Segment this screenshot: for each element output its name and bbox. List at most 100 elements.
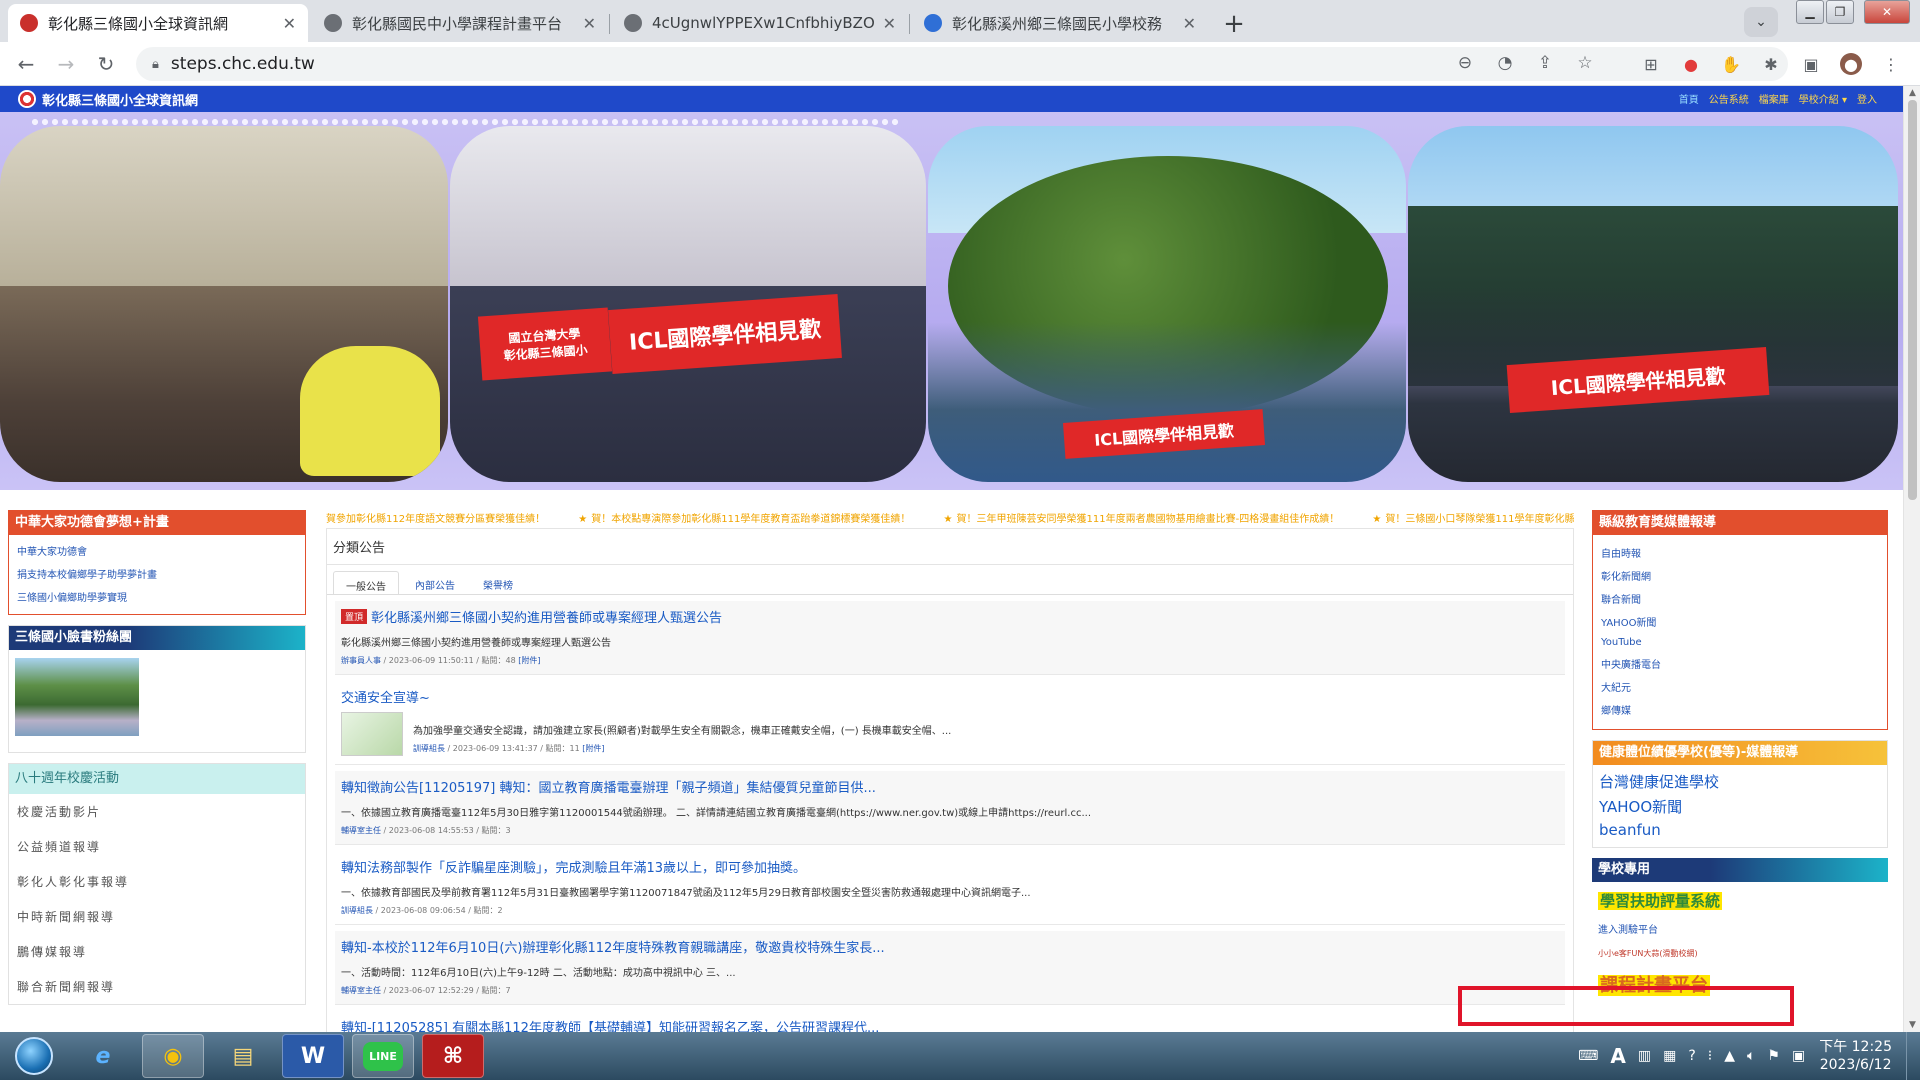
url-text[interactable]: steps.chc.edu.tw [171, 54, 315, 74]
post-unit[interactable]: 訓導組長 [413, 744, 445, 753]
ticker-item[interactable]: 賀！本校點專演際參加彰化縣111學年度教育盃跆拳道錦標賽榮獲佳績！ [591, 514, 910, 525]
post-title-link[interactable]: 置頂 彰化縣溪州鄉三條國小契約進用營養師或專案經理人甄選公告 [341, 607, 1559, 626]
link-item[interactable]: 聯合新聞 [1593, 587, 1887, 610]
input-panel-icon[interactable]: ▥ [1638, 1048, 1651, 1064]
profile-avatar[interactable]: ● [1840, 53, 1862, 75]
tab-search-chevron-icon[interactable]: ⌄ [1744, 7, 1778, 37]
attachment-link[interactable]: [附件] [518, 656, 540, 665]
post-title[interactable]: 彰化縣溪州鄉三條國小契約進用營養師或專案經理人甄選公告 [371, 611, 722, 626]
school-logo[interactable] [18, 90, 36, 108]
volume-icon[interactable]: 🔈︎ [1747, 1048, 1755, 1064]
news-ticker[interactable]: 賀參加彰化縣112年度語文競賽分區賽榮獲佳績！ ★ 賀！本校點專演際參加彰化縣11… [326, 506, 1574, 528]
tab-document[interactable]: 4cUgnwlYPPEXw1CnfbhiyBZO ✕ [612, 4, 908, 42]
menu-announcements[interactable]: 公告系統 [1709, 91, 1749, 106]
language-bar-icon[interactable]: ⌨ [1578, 1048, 1598, 1064]
tab-curriculum-platform[interactable]: 彰化縣國民中小學課程計畫平台 ✕ [312, 4, 608, 42]
link-item[interactable]: 彰化新聞網 [1593, 564, 1887, 587]
extensions-puzzle-icon[interactable]: ✱ [1760, 53, 1782, 75]
extension-apple-icon[interactable]: ● [1680, 53, 1702, 75]
link-item[interactable]: YouTube [1593, 633, 1887, 652]
tray-expand-chevron-icon[interactable]: ▲ [1724, 1048, 1735, 1064]
link-item[interactable]: 公益頻道報導 [9, 829, 305, 864]
post-unit[interactable]: 輔導室主任 [341, 826, 381, 835]
address-bar[interactable]: 🔒︎ steps.chc.edu.tw ⊖ ◔ ⇪ ☆ [136, 47, 1788, 81]
new-tab-button[interactable]: + [1218, 8, 1250, 40]
tab-school-admin[interactable]: 彰化縣溪州鄉三條國民小學校務 ✕ [912, 4, 1208, 42]
link-item[interactable]: 捐支持本校偏鄉學子助學夢計畫 [9, 562, 305, 585]
post-unit[interactable]: 輔導室主任 [341, 986, 381, 995]
ime-mode-indicator[interactable]: A [1610, 1044, 1625, 1068]
tab-internal[interactable]: 內部公告 [403, 571, 467, 594]
help-icon[interactable]: ? [1688, 1048, 1695, 1064]
menu-files[interactable]: 檔案庫 [1759, 91, 1789, 106]
word-icon[interactable]: W [282, 1034, 344, 1078]
post-title[interactable]: 轉知-本校於112年6月10日(六)辦理彰化縣112年度特殊教育親職講座，敬邀貴… [341, 937, 1559, 956]
minimize-button[interactable]: ▁ [1796, 0, 1824, 24]
close-tab-icon[interactable]: ✕ [283, 14, 296, 33]
tab-general[interactable]: 一般公告 [333, 571, 399, 594]
close-tab-icon[interactable]: ✕ [1183, 14, 1196, 33]
network-icon[interactable]: ▣ [1792, 1048, 1805, 1064]
extension-hand-icon[interactable]: ✋ [1720, 53, 1742, 75]
internet-explorer-icon[interactable]: e [72, 1034, 134, 1078]
share-icon[interactable]: ⇪ [1534, 53, 1556, 73]
line-icon[interactable]: LINE [352, 1034, 414, 1078]
link-item[interactable]: 彰化人彰化事報導 [9, 864, 305, 899]
post-title[interactable]: 轉知-[11205285] 有關本縣112年度教師【基礎輔導】知能研習報名乙案，… [341, 1017, 1559, 1032]
menu-login[interactable]: 登入 [1857, 91, 1877, 106]
performance-icon[interactable]: ◔ [1494, 53, 1516, 73]
attachment-link[interactable]: [附件] [582, 744, 604, 753]
post-title[interactable]: 轉知徵詢公告[11205197] 轉知：國立教育廣播電臺辦理「親子頻道」集結優質… [341, 777, 1559, 796]
forward-arrow-icon[interactable]: → [52, 50, 80, 78]
back-arrow-icon[interactable]: ← [12, 50, 40, 78]
scroll-down-arrow-icon[interactable]: ▼ [1904, 1020, 1920, 1030]
show-desktop-button[interactable] [1906, 1032, 1920, 1080]
extension-grid-icon[interactable]: ⊞ [1640, 53, 1662, 75]
link-item[interactable]: YAHOO新聞 [1593, 610, 1887, 633]
close-tab-icon[interactable]: ✕ [583, 14, 596, 33]
ticker-item[interactable]: 賀！三年甲班陳芸安同學榮獲111年度兩者農國物基用繪畫比賽-四格漫畫組佳作成績！ [957, 514, 1340, 525]
keyboard-icon[interactable]: ▦ [1663, 1048, 1676, 1064]
learning-assessment-link[interactable]: 學習扶助評量系統 [1598, 890, 1882, 911]
fun-link[interactable]: 小小e客FUN大蒜(滑動校網) [1598, 942, 1882, 965]
ticker-item[interactable]: 賀！三條國小口琴隊榮獲111學年度彰化縣音樂比 [1385, 514, 1574, 525]
lock-icon[interactable]: 🔒︎ [152, 57, 159, 72]
start-button[interactable] [6, 1034, 62, 1078]
post-title[interactable]: 交通安全宣導~ [341, 687, 1559, 706]
file-explorer-icon[interactable]: ▤ [212, 1034, 274, 1078]
post-thumbnail[interactable] [341, 712, 403, 756]
post-title[interactable]: 轉知法務部製作「反詐騙星座測驗」，完成測驗且年滿13歲以上，即可參加抽獎。 [341, 857, 1559, 876]
scrollbar-thumb[interactable] [1908, 100, 1917, 500]
tab-honor[interactable]: 榮譽榜 [471, 571, 525, 594]
side-panel-icon[interactable]: ▣ [1800, 53, 1822, 75]
link-item[interactable]: 台灣健康促進學校 [1593, 769, 1887, 794]
reload-icon[interactable]: ↻ [92, 50, 120, 78]
menu-about[interactable]: 學校介紹 ▾ [1799, 91, 1847, 106]
taskbar-clock[interactable]: 下午 12:25 2023/6/12 [1819, 1038, 1892, 1074]
link-item[interactable]: 大紀元 [1593, 675, 1887, 698]
link-item[interactable]: 中央廣播電台 [1593, 652, 1887, 675]
chrome-icon[interactable]: ◉ [142, 1034, 204, 1078]
close-window-button[interactable]: ✕ [1864, 0, 1910, 24]
acrobat-icon[interactable]: ⌘ [422, 1034, 484, 1078]
bookmark-star-icon[interactable]: ☆ [1574, 53, 1596, 73]
ticker-item[interactable]: 賀參加彰化縣112年度語文競賽分區賽榮獲佳績！ [326, 514, 545, 525]
zoom-icon[interactable]: ⊖ [1454, 53, 1476, 73]
post-unit[interactable]: 辦事員人事 [341, 656, 381, 665]
link-item[interactable]: 鵬傳媒報導 [9, 934, 305, 969]
fanpage-thumbnail[interactable] [15, 658, 139, 736]
link-item[interactable]: beanfun [1593, 819, 1887, 841]
link-item[interactable]: 三條國小偏鄉助學夢實現 [9, 585, 305, 608]
maximize-button[interactable]: ❐ [1826, 0, 1854, 24]
test-platform-link[interactable]: 進入測驗平台 [1598, 911, 1882, 942]
link-item[interactable]: 中華大家功德會 [9, 539, 305, 562]
link-item[interactable]: 聯合新聞網報導 [9, 969, 305, 1004]
menu-home[interactable]: 首頁 [1679, 91, 1699, 106]
link-item[interactable]: 自由時報 [1593, 541, 1887, 564]
link-item[interactable]: 校慶活動影片 [9, 794, 305, 829]
link-item[interactable]: 中時新聞網報導 [9, 899, 305, 934]
action-center-flag-icon[interactable]: ⚑ [1767, 1048, 1780, 1064]
learning-assessment-label[interactable]: 學習扶助評量系統 [1598, 892, 1723, 910]
scroll-up-arrow-icon[interactable]: ▲ [1904, 88, 1920, 98]
close-tab-icon[interactable]: ✕ [883, 14, 896, 33]
